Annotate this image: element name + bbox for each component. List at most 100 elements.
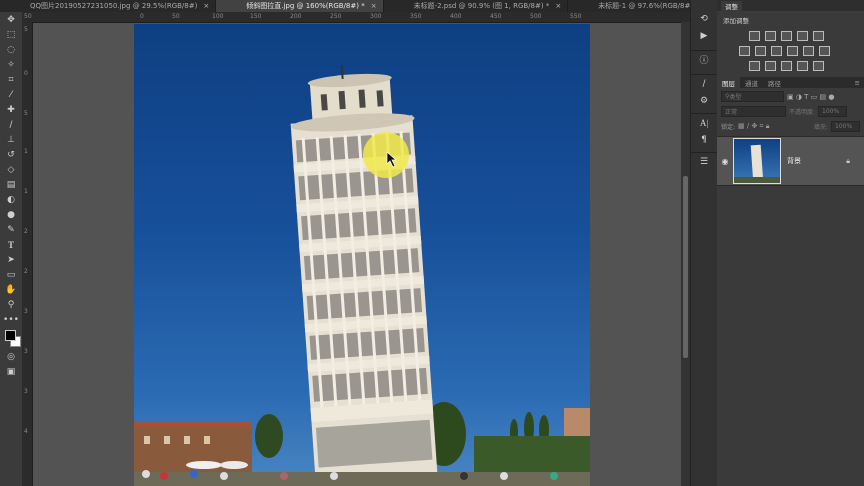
tab-adjustments[interactable]: 调整 bbox=[721, 0, 742, 11]
ruler-tick: 2 bbox=[24, 268, 28, 275]
close-icon[interactable]: × bbox=[371, 2, 377, 10]
paragraph-panel-icon[interactable]: ¶ bbox=[691, 131, 717, 148]
ruler-tick: 3 bbox=[24, 388, 28, 395]
color-balance-icon[interactable] bbox=[755, 45, 766, 56]
history-brush-tool-icon[interactable]: ↺ bbox=[0, 147, 22, 162]
brush-tool-icon[interactable]: ∕ bbox=[0, 117, 22, 132]
actions-panel-icon[interactable]: ▶ bbox=[691, 27, 717, 44]
panel-menu-icon[interactable]: ≡ bbox=[855, 79, 860, 87]
hand-tool-icon[interactable]: ✋ bbox=[0, 282, 22, 297]
clone-stamp-tool-icon[interactable]: ⊥ bbox=[0, 132, 22, 147]
pen-tool-icon[interactable]: ✎ bbox=[0, 222, 22, 237]
layer-row[interactable]: ◉ 背景 🔒︎ bbox=[717, 136, 864, 186]
dodge-tool-icon[interactable]: ● bbox=[0, 207, 22, 222]
gradient-map-icon[interactable] bbox=[797, 60, 808, 71]
document-canvas[interactable] bbox=[134, 24, 590, 486]
scrollbar-thumb[interactable] bbox=[683, 176, 688, 358]
roof-left bbox=[134, 422, 252, 428]
channel-mixer-icon[interactable] bbox=[803, 45, 814, 56]
fill-input[interactable]: 100% bbox=[831, 121, 860, 132]
curves-icon[interactable] bbox=[781, 30, 792, 41]
ruler-tick: 200 bbox=[290, 13, 302, 20]
properties-panel-icon[interactable]: ☰ bbox=[691, 153, 717, 170]
move-tool-icon[interactable]: ✥ bbox=[0, 12, 22, 27]
rectangle-tool-icon[interactable]: ▭ bbox=[0, 267, 22, 282]
ruler-tick: 150 bbox=[250, 13, 262, 20]
ruler-tick: 50 bbox=[24, 13, 32, 20]
brush-settings-icon[interactable]: ⚙ bbox=[691, 92, 717, 109]
brush-panel-icon[interactable]: ∕ bbox=[691, 75, 717, 92]
layer-name[interactable]: 背景 bbox=[787, 156, 801, 166]
vibrance-icon[interactable] bbox=[813, 30, 824, 41]
more-tools-icon[interactable]: ••• bbox=[0, 312, 22, 327]
character-panel-icon[interactable]: A| bbox=[691, 114, 717, 131]
building-right bbox=[564, 408, 590, 438]
document-tab-3[interactable]: 未标题-2.psd @ 90.9% (图 1, RGB/8#) * × bbox=[384, 0, 569, 12]
photo-filter-icon[interactable] bbox=[787, 45, 798, 56]
healing-brush-tool-icon[interactable]: ✚ bbox=[0, 102, 22, 117]
tab-layers[interactable]: 图层 bbox=[717, 77, 740, 88]
foreground-color[interactable] bbox=[5, 330, 16, 341]
path-selection-tool-icon[interactable]: ➤ bbox=[0, 252, 22, 267]
layer-kind-filter[interactable]: ⚲ 类型 bbox=[721, 91, 784, 102]
vertical-ruler: 5 0 5 1 1 2 2 3 3 3 4 bbox=[22, 22, 33, 486]
visibility-eye-icon[interactable]: ◉ bbox=[717, 157, 733, 166]
quick-mask-icon[interactable]: ◎ bbox=[0, 349, 22, 364]
selective-color-icon[interactable] bbox=[813, 60, 824, 71]
hue-saturation-icon[interactable] bbox=[739, 45, 750, 56]
color-swatches[interactable] bbox=[0, 327, 22, 349]
eyedropper-tool-icon[interactable]: ⁄ bbox=[0, 87, 22, 102]
adjustment-row-3 bbox=[723, 58, 858, 73]
adjustment-row-1 bbox=[723, 28, 858, 43]
tab-label: 未标题-1 @ 97.6%(RGB/8#) * bbox=[598, 2, 699, 10]
type-tool-icon[interactable]: T bbox=[0, 237, 22, 252]
black-white-icon[interactable] bbox=[771, 45, 782, 56]
magic-wand-tool-icon[interactable]: ✧ bbox=[0, 57, 22, 72]
gradient-tool-icon[interactable]: ▤ bbox=[0, 177, 22, 192]
brightness-icon[interactable] bbox=[749, 30, 760, 41]
ruler-tick: 500 bbox=[530, 13, 542, 20]
tab-label: 未标题-2.psd @ 90.9% (图 1, RGB/8#) * bbox=[413, 2, 550, 10]
ruler-tick: 5 bbox=[24, 110, 28, 117]
filter-icons[interactable]: ▣ ◑ T ▭ ▤ ● bbox=[787, 93, 834, 101]
history-panel-icon[interactable]: ⟲ bbox=[691, 10, 717, 27]
opacity-label: 不透明度: bbox=[789, 109, 816, 116]
lasso-tool-icon[interactable]: ◌ bbox=[0, 42, 22, 57]
close-icon[interactable]: × bbox=[203, 2, 209, 10]
ruler-tick: 1 bbox=[24, 148, 28, 155]
layer-thumbnail[interactable] bbox=[733, 138, 781, 184]
exposure-icon[interactable] bbox=[797, 30, 808, 41]
blend-mode-select[interactable]: 正常 bbox=[721, 106, 786, 117]
color-lookup-icon[interactable] bbox=[819, 45, 830, 56]
levels-icon[interactable] bbox=[765, 30, 776, 41]
document-tab-1[interactable]: QQ图片20190527231050.jpg @ 29.5%(RGB/8#) × bbox=[0, 0, 217, 12]
invert-icon[interactable] bbox=[749, 60, 760, 71]
tools-panel: ✥ ⬚ ◌ ✧ ⌗ ⁄ ✚ ∕ ⊥ ↺ ◇ ▤ ◐ ● ✎ T ➤ ▭ ✋ ⚲ … bbox=[0, 12, 23, 486]
ruler-tick: 1 bbox=[24, 188, 28, 195]
crop-tool-icon[interactable]: ⌗ bbox=[0, 72, 22, 87]
ruler-tick: 4 bbox=[24, 428, 28, 435]
screen-mode-icon[interactable]: ▣ bbox=[0, 364, 22, 379]
info-panel-icon[interactable]: ⓘ bbox=[691, 51, 717, 68]
fill-label: 填充: bbox=[813, 124, 828, 131]
close-icon[interactable]: × bbox=[555, 2, 561, 10]
tree bbox=[255, 414, 283, 458]
tab-paths[interactable]: 路径 bbox=[763, 77, 786, 88]
lock-label: 锁定: bbox=[721, 124, 736, 131]
document-tab-2[interactable]: 倾斜图拉直.jpg @ 160%(RGB/8#) * × bbox=[216, 0, 384, 12]
layer-lock-icon: 🔒︎ bbox=[846, 156, 850, 165]
adjustments-header: 调整 bbox=[717, 0, 864, 11]
horizontal-ruler: 50 0 50 100 150 200 250 300 350 400 450 … bbox=[22, 12, 690, 23]
threshold-icon[interactable] bbox=[781, 60, 792, 71]
marquee-tool-icon[interactable]: ⬚ bbox=[0, 27, 22, 42]
ruler-tick: 2 bbox=[24, 228, 28, 235]
eraser-tool-icon[interactable]: ◇ bbox=[0, 162, 22, 177]
opacity-input[interactable]: 100% bbox=[818, 106, 848, 117]
posterize-icon[interactable] bbox=[765, 60, 776, 71]
zoom-tool-icon[interactable]: ⚲ bbox=[0, 297, 22, 312]
blur-tool-icon[interactable]: ◐ bbox=[0, 192, 22, 207]
lock-icons[interactable]: ▦ ∕ ✥ ⌗ 🔒︎ bbox=[738, 122, 769, 131]
ruler-tick: 3 bbox=[24, 348, 28, 355]
tab-channels[interactable]: 通道 bbox=[740, 77, 763, 88]
ruler-tick: 300 bbox=[370, 13, 382, 20]
